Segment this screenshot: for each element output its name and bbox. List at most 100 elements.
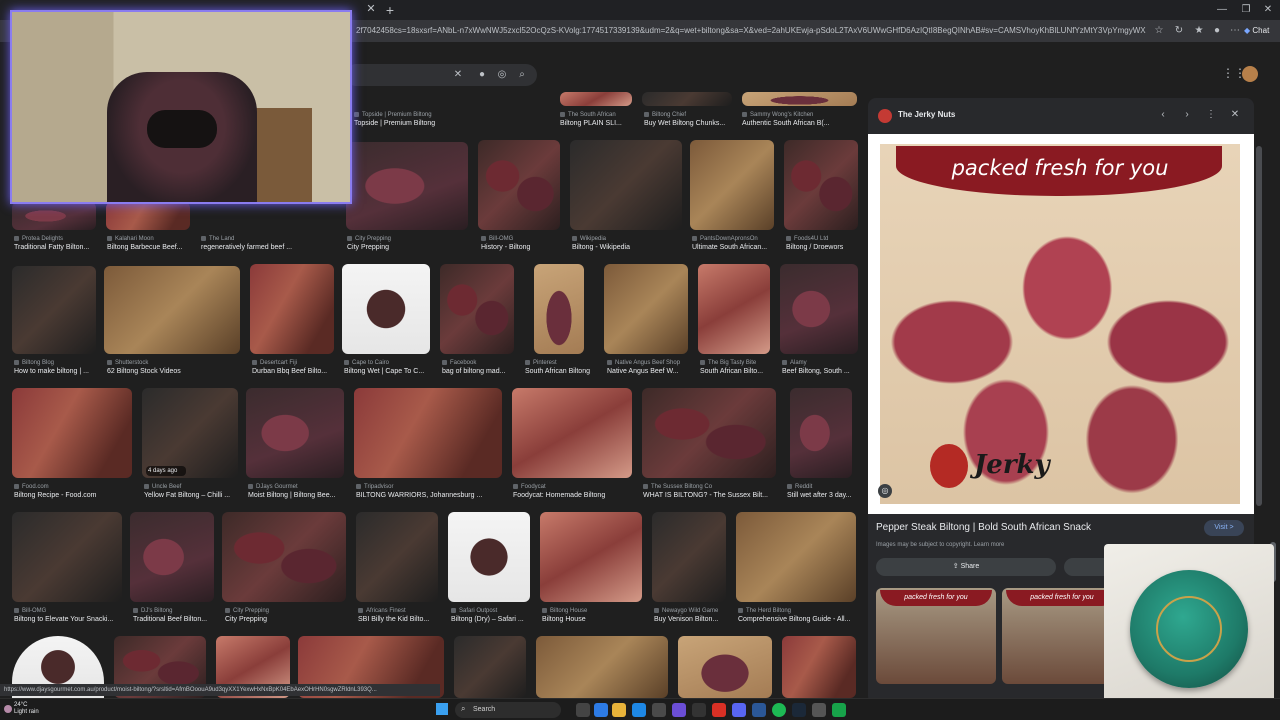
url-field[interactable]: 2f7042458cs=18sxsrf=ANbL-n7xWwNWJ5zxcl52… [356,24,1146,38]
image-result[interactable]: 4 days ago [142,388,238,478]
result-caption[interactable]: Ultimate South African... [692,243,776,253]
app-icon[interactable] [692,703,706,717]
image-result[interactable] [454,636,526,698]
result-caption[interactable]: Biltong / Droewors [786,243,858,253]
image-result[interactable] [790,388,852,478]
result-caption[interactable]: Native Angus Beef W... [607,367,693,377]
menu-dots-icon[interactable]: ⋯ [1228,24,1242,38]
image-result[interactable] [250,264,334,354]
share-button[interactable]: ⇪ Share [876,558,1056,576]
maximize-icon[interactable]: ❐ [1236,2,1256,18]
image-result[interactable] [560,92,632,106]
result-caption[interactable]: History - Biltong [481,243,565,253]
result-caption[interactable]: How to make biltong | ... [14,367,100,377]
result-caption[interactable]: SBI Billy the Kid Bilto... [358,615,442,625]
obs-icon[interactable] [832,703,846,717]
account-avatar[interactable] [1242,66,1258,82]
image-result[interactable] [12,266,96,354]
apps-grid-icon[interactable]: ⋮⋮ [1222,66,1246,80]
image-result[interactable] [130,512,214,602]
image-result[interactable] [780,264,858,354]
image-result[interactable] [448,512,530,602]
task-view-icon[interactable] [576,703,590,717]
image-result[interactable] [106,202,190,230]
search-box[interactable]: ✕ ● ◎ ⌕ [345,64,537,86]
image-result[interactable] [354,388,502,478]
result-caption[interactable]: South African Bilto... [700,367,776,377]
image-search-icon[interactable]: ◎ [495,68,509,82]
result-caption[interactable]: Biltong PLAIN SLI... [560,119,638,129]
result-caption[interactable]: Traditional Beef Bilton... [133,615,221,625]
next-icon[interactable]: › [1180,108,1194,122]
chrome-icon[interactable] [712,703,726,717]
image-result[interactable] [12,202,96,230]
image-result[interactable] [222,512,346,602]
result-caption[interactable]: City Prepping [347,243,467,253]
result-caption[interactable]: Biltong Recipe - Food.com [14,491,138,501]
clear-search-icon[interactable]: ✕ [451,68,465,82]
image-result[interactable] [356,512,438,602]
weather-widget[interactable]: 24°C Light rain [14,702,39,716]
refresh-icon[interactable]: ↻ [1172,24,1186,38]
steam-icon[interactable] [792,703,806,717]
new-tab-icon[interactable]: + [382,2,398,18]
result-caption[interactable]: BILTONG WARRIORS, Johannesburg ... [356,491,506,501]
result-caption[interactable]: Buy Wet Biltong Chunks... [644,119,734,129]
result-caption[interactable]: Biltong House [542,615,646,625]
image-result[interactable] [346,142,468,230]
lens-icon[interactable]: ◎ [878,484,892,498]
preview-title[interactable]: Pepper Steak Biltong | Bold South Africa… [876,522,1091,533]
image-result[interactable] [642,388,776,478]
image-result[interactable] [604,264,688,354]
spotify-icon[interactable] [772,703,786,717]
image-result[interactable] [478,140,560,230]
image-result[interactable] [678,636,772,698]
profile-icon[interactable]: ● [1210,24,1224,38]
result-caption[interactable]: Durban Bbq Beef Bilto... [252,367,336,377]
window-close-icon[interactable]: ✕ [1258,2,1278,18]
result-caption[interactable]: Authentic South African B(... [742,119,857,129]
image-result[interactable] [782,636,856,698]
settings-icon[interactable] [812,703,826,717]
image-result[interactable] [642,92,732,106]
image-result[interactable] [784,140,858,230]
image-result[interactable] [536,636,668,698]
image-result[interactable] [742,92,857,106]
weather-icon[interactable] [4,705,12,713]
result-caption[interactable]: Comprehensive Biltong Guide - All... [738,615,858,625]
voice-search-icon[interactable]: ● [475,68,489,82]
image-result[interactable] [652,512,726,602]
bookmark-star-icon[interactable]: ☆ [1152,24,1166,38]
chat-button[interactable]: ◆ Chat [1244,23,1278,39]
result-caption[interactable]: Biltong (Dry) – Safari ... [451,615,535,625]
image-result[interactable] [342,264,430,354]
result-caption[interactable]: Biltong to Elevate Your Snacki... [14,615,126,625]
favorites-icon[interactable]: ★ [1192,24,1206,38]
preview-image[interactable]: packed fresh for you Jerky ◎ [868,134,1254,514]
result-caption[interactable]: Biltong - Wikipedia [572,243,682,253]
discord-icon[interactable] [732,703,746,717]
result-caption[interactable]: Beef Biltong, South ... [782,367,858,377]
search-icon[interactable]: ⌕ [515,68,529,82]
image-result[interactable] [12,512,122,602]
result-caption[interactable]: Topside | Premium Biltong [354,119,544,129]
word-icon[interactable] [752,703,766,717]
tab-close-icon[interactable]: ✕ [364,2,378,16]
windows-start-icon[interactable] [436,703,448,715]
result-caption[interactable]: City Prepping [225,615,349,625]
result-caption[interactable]: South African Biltong [525,367,599,377]
image-result[interactable] [512,388,632,478]
result-caption[interactable]: Moist Biltong | Biltong Bee... [248,491,348,501]
result-caption[interactable]: Biltong Wet | Cape To C... [344,367,432,377]
minimize-icon[interactable]: — [1212,2,1232,18]
panel-site-name[interactable]: The Jerky Nuts [898,110,955,119]
result-caption[interactable]: regeneratively farmed beef ... [201,243,341,253]
result-caption[interactable]: Still wet after 3 day... [787,491,857,501]
result-caption[interactable]: Buy Venison Bilton... [654,615,734,625]
more-options-icon[interactable]: ⋮ [1204,108,1218,122]
image-result[interactable] [540,512,642,602]
result-caption[interactable]: Yellow Fat Biltong – Chilli ... [144,491,242,501]
image-result[interactable] [570,140,682,230]
file-explorer-icon[interactable] [612,703,626,717]
image-result[interactable] [104,266,240,354]
